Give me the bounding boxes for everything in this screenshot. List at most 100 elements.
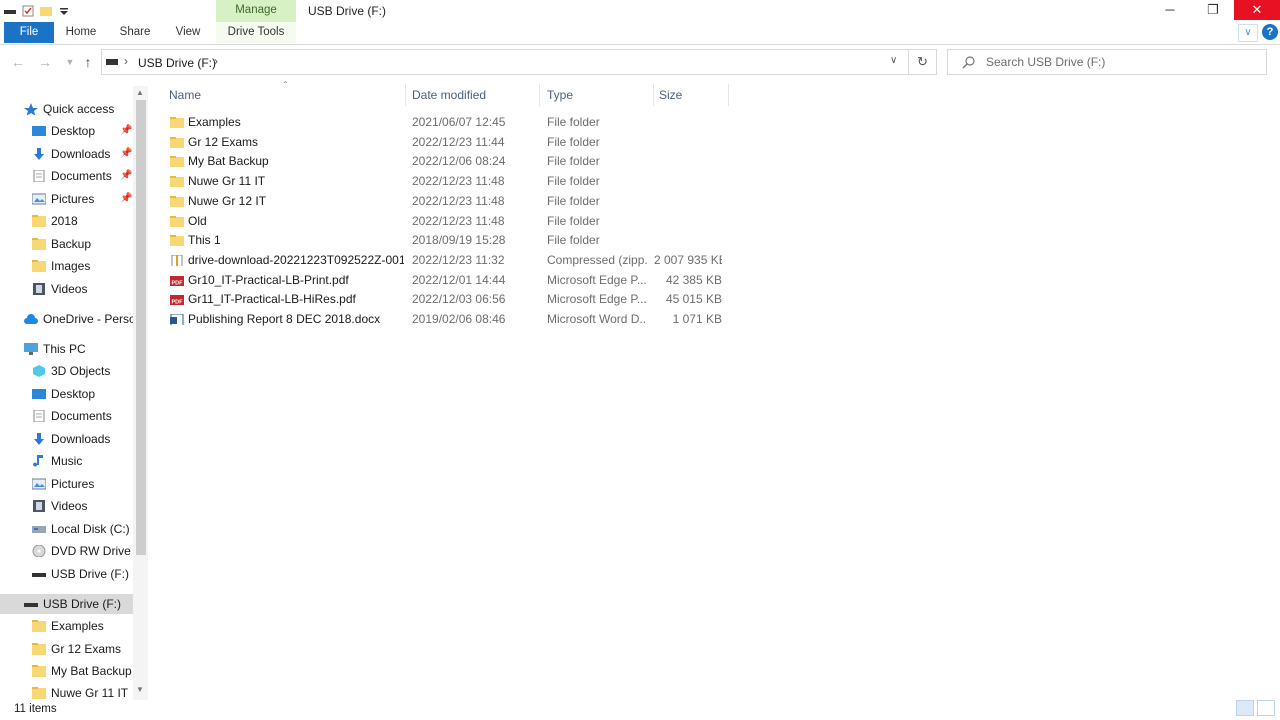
close-button[interactable]: ✕ [1234,0,1280,20]
tab-file[interactable]: File [4,22,54,43]
pin-icon[interactable]: 📌 [120,121,132,141]
file-row[interactable]: My Bat Backup 2022/12/06 08:24 File folder [166,152,736,171]
tab-view[interactable]: View [167,22,209,43]
breadcrumb-usb-drive[interactable]: USB Drive (F:) [138,56,216,70]
column-divider[interactable] [653,84,654,106]
recent-locations-button[interactable]: ▼ [60,52,80,72]
sidebar-item-documents[interactable]: Documents 📌 [32,166,132,186]
sidebar-item-label: Videos [51,282,88,296]
sidebar-item-usb-drive-f[interactable]: USB Drive (F:) [32,564,129,584]
folder-icon [170,234,184,247]
column-divider[interactable] [405,84,406,106]
sidebar-item-label: Desktop [51,124,96,138]
tab-drive-tools[interactable]: Drive Tools [216,22,296,43]
file-row[interactable]: Nuwe Gr 11 IT 2022/12/23 11:48 File folder [166,172,736,191]
column-divider[interactable] [728,84,729,106]
expand-ribbon-button[interactable]: ∨ [1238,24,1258,42]
sidebar-item-downloads[interactable]: Downloads 📌 [32,144,132,164]
file-size: 2 007 935 KB [654,252,722,267]
customize-toolbar-icon[interactable] [58,5,70,17]
minimize-button[interactable]: ─ [1147,0,1193,20]
sidebar-item-gr-12-exams[interactable]: Gr 12 Exams [32,639,121,659]
details-view-button[interactable] [1236,700,1254,716]
sidebar-item-desktop[interactable]: Desktop 📌 [32,121,132,141]
file-type: File folder [547,233,600,248]
file-date-modified: 2022/12/23 11:48 [412,174,505,189]
new-folder-icon[interactable] [40,5,52,17]
sidebar-item-dvd-rw-drive-e[interactable]: DVD RW Drive (E [32,541,146,561]
sidebar-item-label: This PC [43,342,86,356]
nav-scrollbar-thumb[interactable] [136,100,146,555]
file-row[interactable]: drive-download-20221223T092522Z-001.z...… [166,251,736,270]
sidebar-item-videos[interactable]: Videos [32,279,87,299]
sidebar-item-quick-access[interactable]: Quick access [24,99,114,119]
file-name: drive-download-20221223T092522Z-001.z... [188,252,404,267]
sidebar-item-3d-objects[interactable]: 3D Objects [32,361,110,381]
column-header-size[interactable]: Size [659,88,682,104]
address-bar[interactable]: › USB Drive (F:) › ∨ [101,49,909,75]
search-box[interactable] [947,49,1267,75]
pin-icon[interactable]: 📌 [120,166,132,186]
sidebar-item-my-bat-backup[interactable]: My Bat Backup [32,661,132,681]
sidebar-item-pictures[interactable]: Pictures 📌 [32,189,132,209]
file-date-modified: 2018/09/19 15:28 [412,233,506,248]
properties-icon[interactable] [22,5,34,17]
sidebar-item-nuwe-gr-11-it[interactable]: Nuwe Gr 11 IT [32,683,128,700]
folder-icon [170,195,184,207]
column-divider[interactable] [539,84,540,106]
pin-icon[interactable]: 📌 [120,144,132,164]
sidebar-item-2018[interactable]: 2018 [32,211,78,231]
sidebar-item-this-pc[interactable]: This PC [24,339,86,359]
address-history-chevron-icon[interactable]: ∨ [890,55,897,66]
folder-icon [170,155,184,168]
scroll-down-icon[interactable]: ▼ [136,685,144,694]
file-row[interactable]: This 1 2018/09/19 15:28 File folder [166,231,736,250]
sidebar-item-usb-drive-f[interactable]: USB Drive (F:) [0,594,133,614]
sidebar-item-documents[interactable]: Documents [32,406,112,426]
file-row[interactable]: Nuwe Gr 12 IT 2022/12/23 11:48 File folder [166,192,736,211]
pictures-icon [32,193,46,205]
sidebar-item-pictures[interactable]: Pictures [32,474,94,494]
file-name: Nuwe Gr 12 IT [188,193,267,208]
videos-icon [33,283,45,295]
breadcrumb-chevron-icon[interactable]: › [214,54,218,68]
column-header-type[interactable]: Type [547,88,573,104]
forward-button[interactable]: → [35,52,55,72]
sidebar-item-backup[interactable]: Backup [32,234,91,254]
up-button[interactable]: ↑ [78,52,98,72]
large-icons-view-button[interactable] [1257,700,1275,716]
disk-icon [32,526,46,533]
scroll-up-icon[interactable]: ▲ [136,88,144,97]
document-icon [33,170,45,182]
file-row[interactable]: Examples 2021/06/07 12:45 File folder [166,113,736,132]
file-row[interactable]: Gr 12 Exams 2022/12/23 11:44 File folder [166,133,736,152]
sidebar-item-desktop[interactable]: Desktop [32,384,95,404]
search-input[interactable] [984,54,1248,70]
sidebar-item-local-disk-c[interactable]: Local Disk (C:) [32,519,130,539]
sidebar-item-music[interactable]: Music [32,451,82,471]
file-row[interactable]: Publishing Report 8 DEC 2018.docx 2019/02… [166,310,736,329]
tab-share[interactable]: Share [114,22,156,43]
sidebar-item-downloads[interactable]: Downloads [32,429,110,449]
file-name: Old [188,213,207,228]
drive-icon[interactable] [4,5,16,17]
file-row[interactable]: Old 2022/12/23 11:48 File folder [166,212,736,231]
file-row[interactable]: PDF Gr10_IT-Practical-LB-Print.pdf 2022/12… [166,271,736,290]
back-button[interactable]: ← [8,52,28,72]
sidebar-item-label: Videos [51,499,88,513]
manage-context-header: Manage [216,0,296,22]
refresh-button[interactable]: ↻ [909,49,937,75]
sidebar-item-onedrive-person[interactable]: OneDrive - Person [24,309,142,329]
tab-home[interactable]: Home [60,22,102,43]
file-row[interactable]: PDF Gr11_IT-Practical-LB-HiRes.pdf 2022/12… [166,290,736,309]
sidebar-item-examples[interactable]: Examples [32,616,104,636]
sidebar-item-videos[interactable]: Videos [32,496,87,516]
help-icon[interactable]: ? [1262,24,1278,40]
pin-icon[interactable]: 📌 [120,189,132,209]
sidebar-item-label: Quick access [43,102,115,116]
column-header-name[interactable]: Name [169,88,201,104]
restore-button[interactable]: ❐ [1190,0,1236,20]
sidebar-item-images[interactable]: Images [32,256,90,276]
breadcrumb-chevron-icon[interactable]: › [124,54,128,68]
column-header-date-modified[interactable]: Date modified [412,88,486,104]
